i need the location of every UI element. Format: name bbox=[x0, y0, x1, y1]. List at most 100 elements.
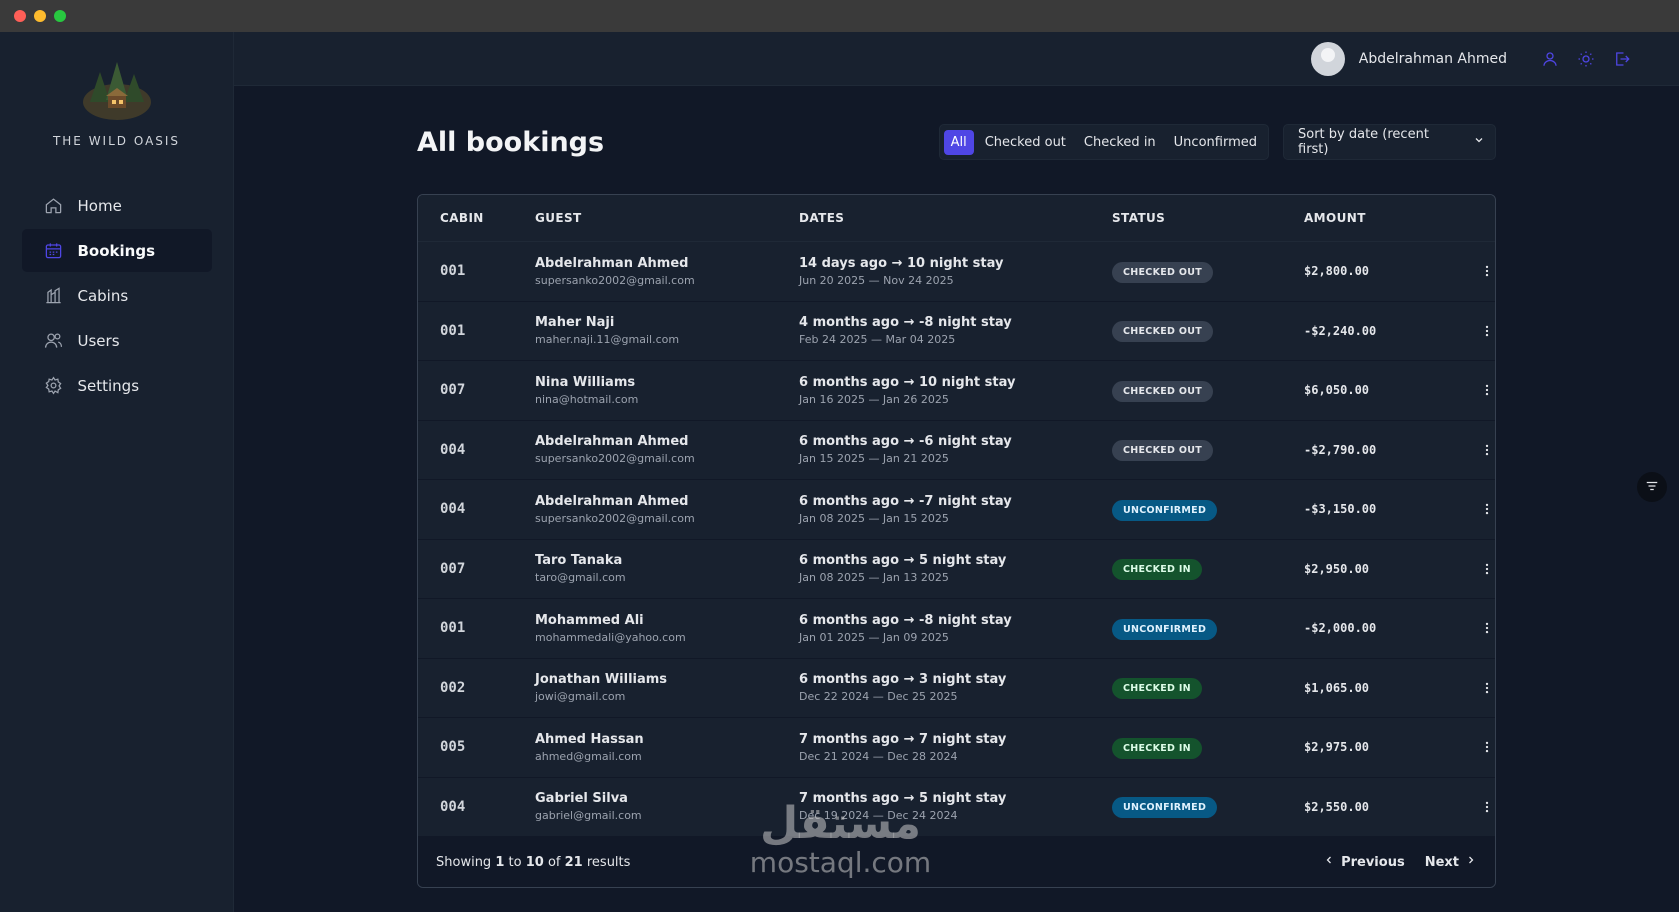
cabin-number: 004 bbox=[440, 441, 466, 458]
booking-amount: -$3,150.00 bbox=[1304, 502, 1377, 517]
guest-cell: Taro Tanaka taro@gmail.com bbox=[535, 553, 799, 584]
table-row[interactable]: 007 Taro Tanaka taro@gmail.com 6 months … bbox=[418, 540, 1495, 599]
table-row[interactable]: 004 Gabriel Silva gabriel@gmail.com 7 mo… bbox=[418, 778, 1495, 837]
guest-name: Maher Naji bbox=[535, 315, 615, 331]
stay-summary: 6 months ago → -7 night stay bbox=[799, 493, 1012, 509]
sidebar-item-users[interactable]: Users bbox=[22, 319, 212, 362]
column-header-guest: GUEST bbox=[535, 211, 582, 225]
status-cell: UNCONFIRMED bbox=[1112, 795, 1304, 819]
sun-icon[interactable] bbox=[1575, 48, 1597, 70]
table-row[interactable]: 001 Abdelrahman Ahmed supersanko2002@gma… bbox=[418, 242, 1495, 302]
row-menu-button[interactable] bbox=[1454, 263, 1495, 279]
pagination-summary: Showing 1 to 10 of 21 results bbox=[436, 855, 630, 870]
booking-amount: $6,050.00 bbox=[1304, 383, 1370, 398]
guest-name: Ahmed Hassan bbox=[535, 731, 644, 747]
status-badge: CHECKED IN bbox=[1112, 737, 1202, 759]
chevron-right-icon bbox=[1465, 854, 1477, 870]
sidebar-item-settings[interactable]: Settings bbox=[22, 364, 212, 407]
user-icon[interactable] bbox=[1539, 48, 1561, 70]
status-cell: CHECKED OUT bbox=[1112, 260, 1304, 283]
table-row[interactable]: 004 Abdelrahman Ahmed supersanko2002@gma… bbox=[418, 421, 1495, 480]
home-icon bbox=[44, 196, 64, 216]
pagination-to: 10 bbox=[525, 854, 544, 870]
previous-page-button[interactable]: Previous bbox=[1323, 854, 1405, 870]
dates-cell: 6 months ago → -6 night stay Jan 15 2025… bbox=[799, 434, 1112, 465]
guest-name: Abdelrahman Ahmed bbox=[535, 255, 689, 271]
next-page-button[interactable]: Next bbox=[1425, 854, 1477, 870]
gear-icon bbox=[44, 376, 64, 396]
sidebar-item-home[interactable]: Home bbox=[22, 184, 212, 227]
stay-summary: 6 months ago → -8 night stay bbox=[799, 612, 1012, 628]
filter-checked-in-button[interactable]: Checked in bbox=[1077, 130, 1163, 155]
more-vertical-icon bbox=[1485, 742, 1488, 753]
date-range: Feb 24 2025 — Mar 04 2025 bbox=[799, 333, 956, 347]
stay-summary: 14 days ago → 10 night stay bbox=[799, 255, 1004, 271]
date-range: Jan 08 2025 — Jan 13 2025 bbox=[799, 571, 949, 585]
more-vertical-icon bbox=[1485, 623, 1488, 634]
table-row[interactable]: 005 Ahmed Hassan ahmed@gmail.com 7 month… bbox=[418, 718, 1495, 778]
row-menu-button[interactable] bbox=[1454, 382, 1495, 398]
status-badge: UNCONFIRMED bbox=[1112, 618, 1218, 640]
row-menu-button[interactable] bbox=[1454, 620, 1495, 636]
row-menu-button[interactable] bbox=[1454, 799, 1495, 815]
guest-email: mohammedali@yahoo.com bbox=[535, 630, 686, 644]
pagination: Previous Next bbox=[1323, 854, 1477, 870]
more-vertical-icon bbox=[1485, 682, 1488, 693]
stay-summary: 6 months ago → 5 night stay bbox=[799, 553, 1007, 569]
logout-icon[interactable] bbox=[1611, 48, 1633, 70]
page-title: All bookings bbox=[417, 126, 605, 158]
guest-name: Mohammed Ali bbox=[535, 612, 644, 628]
table-row[interactable]: 004 Abdelrahman Ahmed supersanko2002@gma… bbox=[418, 480, 1495, 540]
filter-checked-out-button[interactable]: Checked out bbox=[978, 130, 1073, 155]
status-cell: CHECKED OUT bbox=[1112, 379, 1304, 402]
next-label: Next bbox=[1424, 854, 1459, 870]
floating-menu-button[interactable] bbox=[1637, 472, 1667, 502]
sidebar-item-cabins[interactable]: Cabins bbox=[22, 274, 212, 317]
minimize-window-button[interactable] bbox=[34, 10, 46, 22]
maximize-window-button[interactable] bbox=[54, 10, 66, 22]
guest-email: supersanko2002@gmail.com bbox=[535, 511, 695, 525]
guest-name: Jonathan Williams bbox=[535, 672, 668, 688]
sidebar-item-bookings[interactable]: Bookings bbox=[21, 229, 212, 272]
table-row[interactable]: 001 Mohammed Ali mohammedali@yahoo.com 6… bbox=[418, 599, 1495, 659]
status-cell: CHECKED IN bbox=[1112, 676, 1304, 700]
username: Abdelrahman Ahmed bbox=[1358, 50, 1507, 67]
row-menu-button[interactable] bbox=[1454, 561, 1495, 577]
sort-select[interactable]: Sort by date (recent first) bbox=[1283, 124, 1496, 160]
column-header-cabin: CABIN bbox=[440, 211, 484, 225]
window-titlebar bbox=[0, 0, 1679, 32]
dates-cell: 7 months ago → 7 night stay Dec 21 2024 … bbox=[799, 732, 1112, 763]
guest-name: Nina Williams bbox=[535, 374, 636, 390]
status-badge: CHECKED IN bbox=[1112, 678, 1202, 700]
previous-label: Previous bbox=[1341, 854, 1405, 870]
cabins-icon bbox=[44, 286, 64, 306]
list-filter-icon bbox=[1645, 478, 1659, 497]
chevron-left-icon bbox=[1323, 854, 1335, 870]
sort-select-value: Sort by date (recent first) bbox=[1298, 127, 1429, 157]
booking-amount: -$2,240.00 bbox=[1304, 323, 1377, 338]
row-menu-button[interactable] bbox=[1454, 323, 1495, 339]
row-menu-button[interactable] bbox=[1454, 680, 1495, 696]
status-cell: CHECKED IN bbox=[1112, 736, 1304, 759]
guest-cell: Gabriel Silva gabriel@gmail.com bbox=[535, 791, 799, 822]
avatar[interactable] bbox=[1310, 41, 1345, 76]
filter-all-button[interactable]: All bbox=[943, 129, 974, 155]
close-window-button[interactable] bbox=[14, 10, 26, 22]
booking-amount: -$2,790.00 bbox=[1304, 442, 1377, 457]
more-vertical-icon bbox=[1485, 325, 1488, 336]
guest-cell: Abdelrahman Ahmed supersanko2002@gmail.c… bbox=[535, 256, 799, 287]
table-row[interactable]: 007 Nina Williams nina@hotmail.com 6 mon… bbox=[418, 361, 1495, 421]
stay-summary: 7 months ago → 5 night stay bbox=[799, 791, 1007, 807]
pagination-total: 21 bbox=[564, 854, 583, 870]
row-menu-button[interactable] bbox=[1454, 501, 1495, 517]
row-menu-button[interactable] bbox=[1454, 442, 1495, 458]
pagination-to-word: to bbox=[508, 854, 522, 870]
table-row[interactable]: 002 Jonathan Williams jowi@gmail.com 6 m… bbox=[418, 659, 1495, 718]
row-menu-button[interactable] bbox=[1454, 739, 1495, 755]
filter-unconfirmed-button[interactable]: Unconfirmed bbox=[1167, 130, 1264, 155]
stay-summary: 7 months ago → 7 night stay bbox=[799, 731, 1007, 747]
more-vertical-icon bbox=[1485, 801, 1488, 812]
status-badge: CHECKED OUT bbox=[1112, 380, 1213, 402]
guest-email: maher.naji.11@gmail.com bbox=[535, 333, 680, 347]
table-row[interactable]: 001 Maher Naji maher.naji.11@gmail.com 4… bbox=[418, 302, 1495, 361]
